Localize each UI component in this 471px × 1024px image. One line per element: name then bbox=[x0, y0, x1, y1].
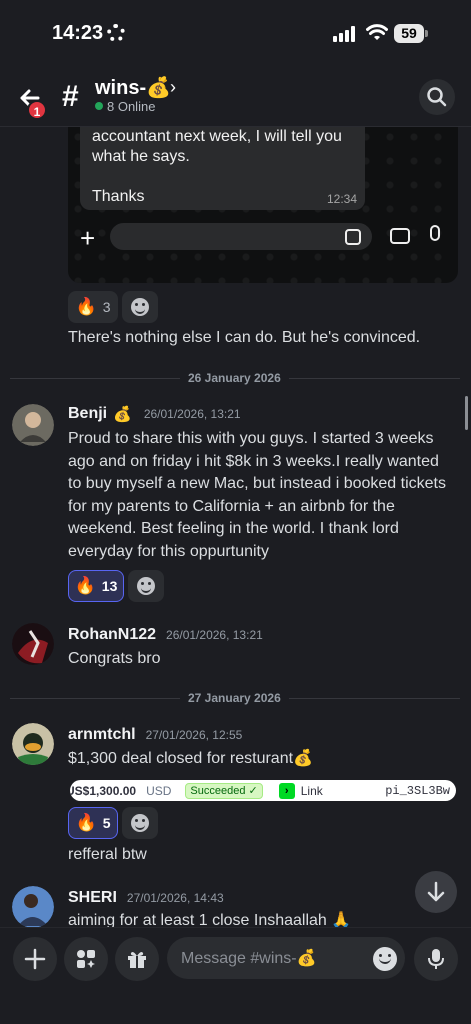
role-badge: 💰 bbox=[113, 406, 132, 423]
payment-method: Link bbox=[300, 783, 323, 798]
search-button[interactable] bbox=[419, 79, 455, 115]
date-divider-label: 26 January 2026 bbox=[180, 371, 289, 385]
gift-icon bbox=[128, 952, 146, 968]
reaction-count: 3 bbox=[102, 299, 111, 315]
wifi-icon bbox=[366, 24, 388, 40]
gift-button[interactable] bbox=[115, 937, 159, 981]
status-time: 14:23 bbox=[52, 22, 104, 44]
username[interactable]: Benji bbox=[68, 405, 107, 423]
message-line: Congrats bro bbox=[68, 650, 161, 667]
reaction-fire[interactable]: 🔥 13 bbox=[68, 570, 124, 602]
add-reaction-button[interactable] bbox=[122, 807, 158, 839]
message-line: everyday for this oppurtunity bbox=[68, 542, 269, 560]
reaction-emoji: 🔥 bbox=[75, 297, 97, 316]
bubble-line: what he says. bbox=[92, 148, 190, 165]
bubble-time: 12:34 bbox=[326, 192, 357, 206]
search-icon bbox=[427, 87, 447, 107]
settings-status-icon bbox=[107, 24, 125, 42]
jump-to-latest-button[interactable] bbox=[415, 871, 457, 913]
apps-icon bbox=[77, 950, 95, 968]
timestamp: 26/01/2026, 13:21 bbox=[166, 628, 263, 642]
add-attachment-button[interactable] bbox=[13, 937, 57, 981]
avatar[interactable] bbox=[12, 723, 54, 765]
avatar[interactable] bbox=[12, 623, 54, 665]
scrollbar-thumb[interactable] bbox=[465, 396, 468, 430]
message-line: for my parents to California + an airbnb… bbox=[68, 497, 395, 515]
link-chevron-icon: › bbox=[278, 782, 295, 799]
online-count: 8 Online bbox=[107, 99, 156, 114]
plus-icon bbox=[24, 948, 46, 970]
username[interactable]: RohanN122 bbox=[68, 626, 156, 644]
add-reaction-button[interactable] bbox=[128, 570, 164, 602]
emoji-smile-icon bbox=[137, 577, 155, 595]
sticker-icon bbox=[345, 229, 361, 245]
emoji-smile-icon bbox=[131, 814, 149, 832]
message-line: ago and on friday i hit $8k in 3 weeks.I… bbox=[68, 452, 439, 470]
message-header: SHERI 27/01/2026, 14:43 bbox=[68, 889, 224, 907]
plus-icon: + bbox=[80, 223, 96, 253]
voice-message-button[interactable] bbox=[414, 937, 458, 981]
apps-button[interactable] bbox=[64, 937, 108, 981]
timestamp: 27/01/2026, 14:43 bbox=[126, 891, 224, 905]
emoji-smile-icon bbox=[131, 298, 149, 316]
avatar[interactable] bbox=[12, 404, 54, 446]
chevron-right-icon[interactable]: › bbox=[170, 77, 176, 98]
mic-icon bbox=[430, 225, 440, 241]
payment-id: pi_3SL3Bw bbox=[385, 783, 450, 798]
chat-bubble: accountant next week, I will tell you wh… bbox=[80, 127, 365, 210]
reaction-emoji: 🔥 bbox=[74, 576, 96, 595]
message-header: Benji 💰 26/01/2026, 13:21 bbox=[68, 405, 241, 423]
payment-image-attachment[interactable]: US$1,300.00 USD Succeeded ✓ › Link pi_3S… bbox=[70, 780, 456, 801]
message-input[interactable]: Message #wins-💰 bbox=[167, 937, 405, 979]
message-line: weekend. Best feeling in the world. I th… bbox=[68, 520, 399, 537]
message-header: RohanN122 26/01/2026, 13:21 bbox=[68, 626, 263, 644]
reaction-count: 5 bbox=[102, 815, 111, 831]
payment-status-badge: Succeeded ✓ bbox=[185, 782, 263, 799]
add-reaction-button[interactable] bbox=[122, 291, 158, 323]
bubble-line bbox=[92, 167, 353, 187]
chat-input-bar bbox=[110, 223, 372, 250]
message-body: Proud to share this with you guys. I sta… bbox=[68, 428, 463, 563]
arrow-down-icon bbox=[427, 881, 445, 902]
message-line: to buy myself a new Mac, but instead i b… bbox=[68, 475, 446, 492]
bubble-line: accountant next week, I will tell you bbox=[92, 128, 342, 145]
channel-title[interactable]: wins-💰 bbox=[95, 75, 171, 100]
microphone-icon bbox=[428, 949, 444, 969]
camera-icon bbox=[390, 228, 410, 244]
username[interactable]: arnmtchl bbox=[68, 726, 136, 744]
channel-hash-icon: # bbox=[62, 80, 79, 113]
reaction-emoji: 🔥 bbox=[75, 813, 97, 832]
message-line: $1,300 deal closed for resturant💰 bbox=[68, 750, 313, 767]
message-line: refferal btw bbox=[68, 846, 147, 863]
reaction-fire[interactable]: 🔥 3 bbox=[68, 291, 118, 323]
channel-header: 1 # wins-💰 › 8 Online bbox=[0, 64, 471, 127]
cellular-signal-icon bbox=[333, 26, 355, 42]
payment-amount: US$1,300.00 bbox=[70, 783, 137, 798]
message-line: Proud to share this with you guys. I sta… bbox=[68, 430, 434, 447]
battery-indicator: 59 bbox=[394, 24, 424, 43]
reaction-fire[interactable]: 🔥 5 bbox=[68, 807, 118, 839]
battery-tip bbox=[425, 30, 428, 37]
reaction-count: 13 bbox=[101, 578, 118, 594]
online-status-dot bbox=[95, 102, 103, 110]
avatar[interactable] bbox=[12, 886, 54, 928]
message-image-attachment[interactable]: accountant next week, I will tell you wh… bbox=[68, 127, 458, 283]
message-text: There's nothing else I can do. But he's … bbox=[68, 329, 421, 346]
payment-currency: USD bbox=[146, 783, 172, 798]
date-divider-label: 27 January 2026 bbox=[180, 691, 289, 705]
bubble-line: Thanks bbox=[92, 188, 145, 205]
timestamp: 27/01/2026, 12:55 bbox=[145, 728, 243, 742]
emoji-picker-icon[interactable] bbox=[373, 947, 397, 971]
message-header: arnmtchl 27/01/2026, 12:55 bbox=[68, 726, 242, 744]
composer-bar: Message #wins-💰 bbox=[0, 927, 471, 1024]
unread-badge: 1 bbox=[27, 100, 47, 120]
timestamp: 26/01/2026, 13:21 bbox=[143, 407, 241, 421]
username[interactable]: SHERI bbox=[68, 889, 117, 907]
